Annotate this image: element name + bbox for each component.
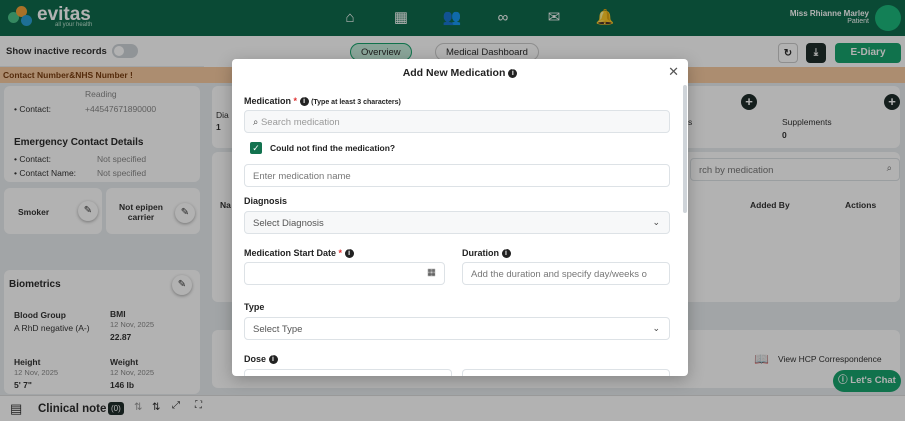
calendar-icon[interactable]: ▦ bbox=[427, 267, 436, 278]
not-found-label: Could not find the medication? bbox=[270, 143, 396, 153]
diagnosis-select[interactable]: Select Diagnosis ⌄ bbox=[244, 211, 670, 234]
medication-note: (Type at least 3 characters) bbox=[311, 99, 401, 106]
duration-label-text: Duration bbox=[462, 248, 499, 258]
close-icon[interactable]: ✕ bbox=[668, 64, 679, 80]
chevron-down-icon: ⌄ bbox=[652, 217, 660, 227]
search-icon: ⌕ bbox=[253, 117, 259, 128]
modal-scrollbar[interactable] bbox=[683, 85, 687, 213]
type-placeholder: Select Type bbox=[253, 324, 303, 335]
modal-title: Add New Medication i bbox=[232, 67, 688, 79]
info-icon[interactable]: i bbox=[268, 355, 278, 365]
dose-label-text: Dose bbox=[244, 354, 267, 364]
diagnosis-placeholder: Select Diagnosis bbox=[253, 218, 324, 229]
info-icon[interactable]: i bbox=[299, 97, 309, 107]
medication-search-input[interactable]: ⌕ Search medication bbox=[244, 110, 670, 133]
chevron-down-icon: ⌄ bbox=[652, 323, 660, 333]
modal-title-text: Add New Medication bbox=[402, 67, 506, 79]
duration-input[interactable]: Add the duration and specify day/weeks o bbox=[462, 262, 670, 285]
dose-amount-input[interactable] bbox=[244, 369, 452, 376]
required-marker: * bbox=[338, 248, 343, 258]
start-date-label: Medication Start Date * i bbox=[244, 248, 354, 259]
medication-name-input[interactable]: Enter medication name bbox=[244, 164, 670, 187]
medication-label: Medication * i (Type at least 3 characte… bbox=[244, 96, 401, 107]
medication-search-placeholder: Search medication bbox=[260, 117, 340, 128]
info-icon[interactable]: i bbox=[501, 249, 511, 259]
not-found-checkbox[interactable]: ✓ bbox=[250, 142, 262, 154]
dose-label: Dose i bbox=[244, 354, 278, 365]
add-medication-modal: Add New Medication i ✕ Medication * i (T… bbox=[232, 59, 688, 376]
info-icon[interactable]: i bbox=[508, 68, 518, 78]
required-marker: * bbox=[293, 96, 298, 106]
info-icon[interactable]: i bbox=[344, 249, 354, 259]
start-date-label-text: Medication Start Date bbox=[244, 248, 337, 258]
diagnosis-label: Diagnosis bbox=[244, 196, 288, 206]
medication-label-text: Medication bbox=[244, 96, 292, 106]
start-date-input[interactable]: ▦ bbox=[244, 262, 445, 285]
dose-unit-input[interactable] bbox=[462, 369, 670, 376]
duration-label: Duration i bbox=[462, 248, 511, 259]
type-label: Type bbox=[244, 302, 265, 312]
type-select[interactable]: Select Type ⌄ bbox=[244, 317, 670, 340]
